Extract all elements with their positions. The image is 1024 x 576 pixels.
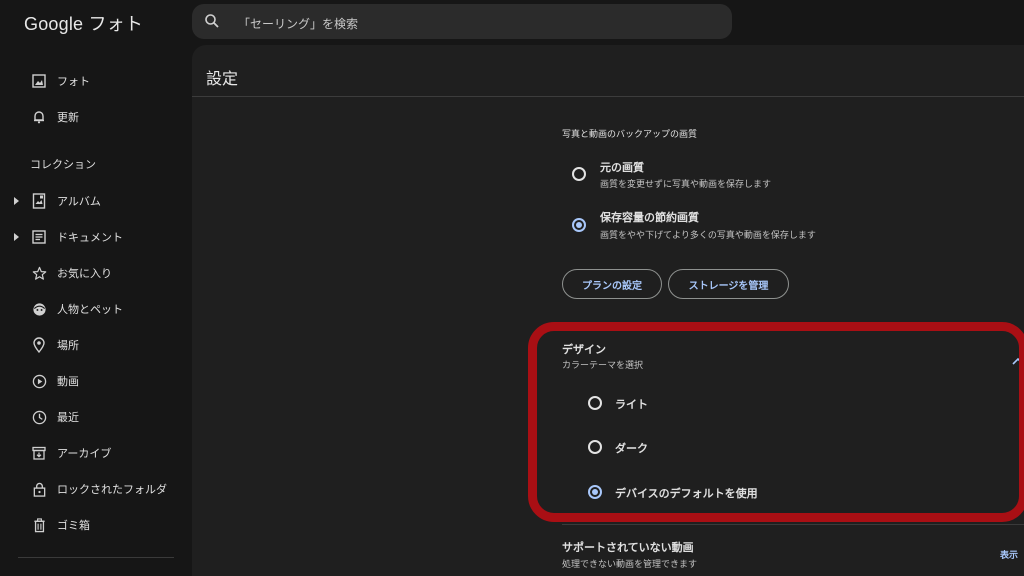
star-icon (30, 264, 48, 282)
play-circle-icon (30, 372, 48, 390)
sidebar-item-locked-folder[interactable]: ロックされたフォルダ (0, 472, 192, 506)
sidebar-item-label: ロックされたフォルダ (57, 483, 167, 496)
radio-storage-saver[interactable] (572, 218, 586, 232)
option-desc: 画質をやや下げてより多くの写真や動画を保存します (600, 231, 816, 241)
sidebar-item-trash[interactable]: ゴミ箱 (0, 508, 192, 542)
unsupported-videos-title: サポートされていない動画 (562, 541, 694, 554)
sidebar-item-label: ゴミ箱 (57, 519, 90, 532)
archive-icon (30, 444, 48, 462)
sidebar-item-albums[interactable]: アルバム (0, 184, 192, 218)
search-input[interactable]: 「セーリング」を検索 (238, 15, 358, 32)
face-icon (30, 300, 48, 318)
app-logo[interactable]: Google フォト (24, 10, 143, 36)
sidebar: Google フォト フォト 更新 コレクション アルバム ドキュメント お気に… (0, 0, 192, 576)
sidebar-item-label: お気に入り (57, 267, 112, 280)
sidebar-item-label: フォト (57, 75, 90, 88)
sidebar-item-label: 人物とペット (57, 303, 123, 316)
search-bar[interactable]: 「セーリング」を検索 (192, 4, 732, 39)
search-icon[interactable] (204, 13, 220, 33)
sidebar-item-label: 更新 (57, 111, 79, 124)
sidebar-item-archive[interactable]: アーカイブ (0, 436, 192, 470)
manage-storage-button[interactable]: ストレージを管理 (668, 269, 789, 299)
page-title: 設定 (206, 69, 239, 88)
show-link[interactable]: 表示 (1000, 548, 1018, 561)
photo-icon (30, 72, 48, 90)
backup-quality-heading: 写真と動画のバックアップの画質 (562, 130, 698, 140)
sidebar-divider (18, 557, 174, 558)
sidebar-item-label: 最近 (57, 411, 79, 424)
clock-icon (30, 408, 48, 426)
option-title: 元の画質 (600, 161, 644, 174)
expand-caret-icon[interactable] (14, 197, 19, 205)
sidebar-item-label: 動画 (57, 375, 79, 388)
sidebar-item-label: アーカイブ (57, 447, 112, 460)
option-desc: 画質を変更せずに写真や動画を保存します (600, 180, 772, 190)
sidebar-item-documents[interactable]: ドキュメント (0, 220, 192, 254)
sidebar-item-recent[interactable]: 最近 (0, 400, 192, 434)
unsupported-videos-desc: 処理できない動画を管理できます (562, 560, 698, 570)
sidebar-item-favorites[interactable]: お気に入り (0, 256, 192, 290)
expand-caret-icon[interactable] (14, 233, 19, 241)
sidebar-item-updates[interactable]: 更新 (0, 100, 192, 134)
section-divider (562, 524, 1024, 525)
highlight-frame (528, 322, 1024, 522)
collections-heading: コレクション (30, 158, 96, 171)
plan-settings-button[interactable]: プランの設定 (562, 269, 662, 299)
location-pin-icon (30, 336, 48, 354)
sidebar-item-label: ドキュメント (57, 231, 123, 244)
bell-icon (30, 108, 48, 126)
radio-original-quality[interactable] (572, 167, 586, 181)
option-title: 保存容量の節約画質 (600, 211, 699, 224)
sidebar-item-places[interactable]: 場所 (0, 328, 192, 362)
album-icon (30, 192, 48, 210)
sidebar-item-photos[interactable]: フォト (0, 64, 192, 98)
trash-icon (30, 516, 48, 534)
document-icon (30, 228, 48, 246)
title-divider (192, 96, 1024, 97)
sidebar-item-label: アルバム (57, 195, 101, 208)
sidebar-item-people-pets[interactable]: 人物とペット (0, 292, 192, 326)
sidebar-item-label: 場所 (57, 339, 79, 352)
sidebar-item-videos[interactable]: 動画 (0, 364, 192, 398)
lock-icon (30, 480, 48, 498)
